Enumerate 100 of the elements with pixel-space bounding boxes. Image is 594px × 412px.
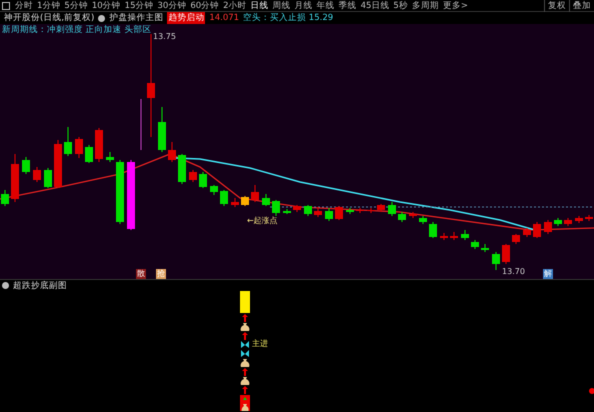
legend-text: 新周期线：冲刺强度 正向加速 头部区 bbox=[1, 24, 152, 36]
period-tab[interactable]: 30分钟 bbox=[156, 0, 188, 12]
candlestick bbox=[262, 194, 270, 206]
arrow-icon bbox=[242, 386, 248, 394]
signal-marker: 解 bbox=[543, 269, 553, 279]
candlestick bbox=[377, 204, 385, 212]
candlestick bbox=[492, 252, 500, 270]
period-tab[interactable]: 2小时 bbox=[221, 0, 249, 12]
candlestick bbox=[189, 170, 197, 182]
period-tab[interactable]: 10分钟 bbox=[90, 0, 123, 12]
candlestick bbox=[251, 184, 259, 202]
candlestick bbox=[523, 228, 531, 238]
indicator-icon bbox=[98, 14, 106, 22]
candlestick bbox=[356, 208, 364, 214]
candlestick bbox=[325, 208, 333, 222]
arrow-icon bbox=[242, 314, 248, 322]
candlestick bbox=[199, 172, 207, 188]
candlestick bbox=[54, 140, 62, 188]
candlestick bbox=[158, 106, 166, 152]
candlestick bbox=[116, 160, 124, 224]
candlestick bbox=[554, 218, 562, 226]
candlestick bbox=[471, 240, 479, 250]
candlestick bbox=[367, 208, 375, 214]
arrow-icon bbox=[242, 332, 248, 340]
candlestick bbox=[127, 160, 135, 230]
candlestick bbox=[293, 204, 301, 212]
candlestick bbox=[450, 232, 458, 240]
candlestick bbox=[419, 216, 427, 224]
indicator-icon bbox=[2, 282, 9, 289]
candlestick bbox=[564, 218, 572, 226]
arrow-icon bbox=[242, 368, 248, 376]
candlestick bbox=[502, 244, 510, 264]
candlestick bbox=[346, 208, 354, 214]
candlestick bbox=[168, 142, 176, 162]
toolbar-button[interactable]: 叠加 bbox=[569, 0, 594, 12]
period-tab[interactable]: 5分钟 bbox=[62, 0, 90, 12]
candlestick bbox=[585, 214, 593, 222]
butterfly-icon bbox=[241, 350, 249, 357]
candlestick bbox=[388, 202, 396, 216]
candlestick bbox=[440, 232, 448, 240]
candlestick bbox=[304, 204, 312, 216]
period-tab[interactable]: 更多> bbox=[440, 0, 470, 12]
period-tab[interactable]: 周线 bbox=[270, 0, 293, 12]
period-tab[interactable]: 月线 bbox=[292, 0, 315, 12]
period-tab[interactable]: 年线 bbox=[314, 0, 337, 12]
candlestick bbox=[335, 206, 343, 220]
candlestick bbox=[409, 212, 417, 218]
period-tab[interactable]: 60分钟 bbox=[188, 0, 222, 12]
candlestick bbox=[575, 216, 583, 224]
candlestick bbox=[241, 196, 249, 206]
candlestick bbox=[533, 222, 541, 238]
candlestick bbox=[544, 220, 552, 234]
signal-marker: 散 bbox=[136, 269, 146, 279]
candlestick bbox=[95, 128, 103, 162]
trend-label: 趋势启动 bbox=[167, 12, 206, 24]
signal-label: 主进 bbox=[252, 339, 268, 348]
candlestick bbox=[283, 208, 291, 214]
period-tab[interactable]: 季线 bbox=[336, 0, 359, 12]
signal-label: ←起涨点 bbox=[247, 216, 278, 225]
candlestick bbox=[272, 200, 280, 216]
low-price-label: 13.70 bbox=[502, 267, 525, 276]
indicator-name: 护盘操作主图 bbox=[109, 12, 164, 24]
period-tab[interactable]: 分时 bbox=[13, 0, 35, 12]
candlestick bbox=[220, 190, 228, 206]
candlestick bbox=[44, 168, 52, 188]
period-tab[interactable]: 45日线 bbox=[358, 0, 392, 12]
candlestick bbox=[75, 136, 83, 158]
candlestick bbox=[178, 154, 186, 184]
candlestick bbox=[11, 154, 19, 202]
period-tab[interactable]: 日线 bbox=[248, 0, 271, 12]
candlestick bbox=[33, 166, 41, 182]
high-price-label: 13.75 bbox=[153, 32, 176, 41]
stop-loss-text: 空头：买入止损 15.29 bbox=[243, 12, 334, 24]
money-bag-icon bbox=[240, 377, 250, 385]
signal-marker: 抢 bbox=[156, 269, 166, 279]
candlestick bbox=[210, 184, 218, 196]
candlestick bbox=[106, 152, 114, 162]
marker-icon bbox=[589, 388, 594, 394]
money-bag-icon bbox=[240, 323, 250, 331]
candlestick bbox=[461, 230, 469, 240]
candlestick bbox=[231, 198, 239, 208]
period-tab[interactable]: 5秒 bbox=[391, 0, 410, 12]
money-bag-icon bbox=[240, 359, 250, 367]
box-icon[interactable] bbox=[2, 2, 10, 10]
candlestick bbox=[314, 206, 322, 218]
toolbar-button[interactable]: 复权 bbox=[544, 0, 569, 12]
period-tab[interactable]: 15分钟 bbox=[122, 0, 156, 12]
trend-value: 14.071 bbox=[209, 12, 240, 24]
period-tab[interactable]: 1分钟 bbox=[35, 0, 62, 12]
candlestick bbox=[85, 144, 93, 164]
candlestick bbox=[1, 190, 9, 206]
butterfly-icon bbox=[241, 341, 249, 348]
subchart-title: 超跌抄底副图 bbox=[13, 280, 67, 292]
candlestick bbox=[481, 244, 489, 252]
candlestick bbox=[22, 156, 30, 174]
candlestick bbox=[512, 234, 520, 244]
candlestick bbox=[64, 126, 72, 156]
candlestick bbox=[398, 212, 406, 222]
period-tab[interactable]: 多周期 bbox=[410, 0, 441, 12]
candlestick bbox=[429, 222, 437, 238]
